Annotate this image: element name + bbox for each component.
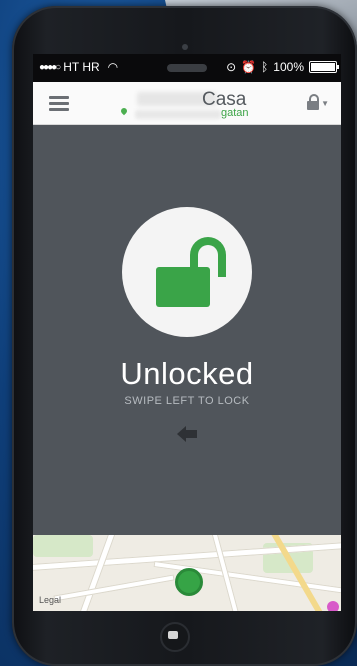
carrier-name: HT HR — [63, 60, 100, 74]
wifi-icon: ◠ — [107, 60, 119, 74]
status-bar-notch — [167, 64, 207, 72]
hamburger-menu-icon[interactable] — [49, 96, 69, 111]
app-header: Casa gatan ▼ — [33, 82, 341, 125]
location-map[interactable]: Legal — [33, 535, 341, 611]
left-arrow-icon — [177, 426, 199, 442]
padlock-icon — [307, 94, 320, 110]
lock-toggle-button[interactable] — [122, 207, 252, 337]
chevron-down-icon: ▼ — [321, 99, 329, 108]
signal-icon: ●●●●○ — [39, 61, 61, 73]
app-screen: ●●●●○ HT HR ◠ ⊙ ⏰ ᛒ 100% Casa gatan ▼ Un… — [33, 54, 341, 611]
location-pin-icon — [119, 106, 129, 116]
redacted-street — [135, 110, 221, 119]
status-bar: ●●●●○ HT HR ◠ ⊙ ⏰ ᛒ 100% — [33, 54, 341, 82]
rotation-lock-icon: ⊙ — [226, 60, 237, 74]
unlocked-padlock-icon — [156, 237, 226, 307]
status-right: ⊙ ⏰ ᛒ 100% — [226, 60, 339, 74]
map-corner-badge — [327, 601, 339, 611]
swipe-hint: SWIPE LEFT TO LOCK — [124, 395, 250, 407]
battery-percent: 100% — [273, 60, 304, 74]
bluetooth-icon: ᛒ — [261, 60, 269, 74]
earpiece — [182, 44, 188, 50]
map-road — [53, 574, 175, 602]
location-subtitle: gatan — [221, 107, 249, 119]
location-selector[interactable]: Casa gatan — [113, 86, 273, 122]
home-glyph-icon — [168, 631, 178, 639]
map-park — [33, 535, 93, 557]
lock-status-label: Unlocked — [120, 356, 254, 391]
alarm-icon: ⏰ — [241, 60, 257, 74]
battery-icon — [309, 61, 339, 73]
map-legal-link[interactable]: Legal — [39, 595, 61, 605]
lock-selector-dropdown[interactable]: ▼ — [307, 94, 329, 110]
current-location-marker[interactable] — [175, 568, 203, 596]
carrier-info: ●●●●○ HT HR ◠ — [39, 60, 118, 74]
